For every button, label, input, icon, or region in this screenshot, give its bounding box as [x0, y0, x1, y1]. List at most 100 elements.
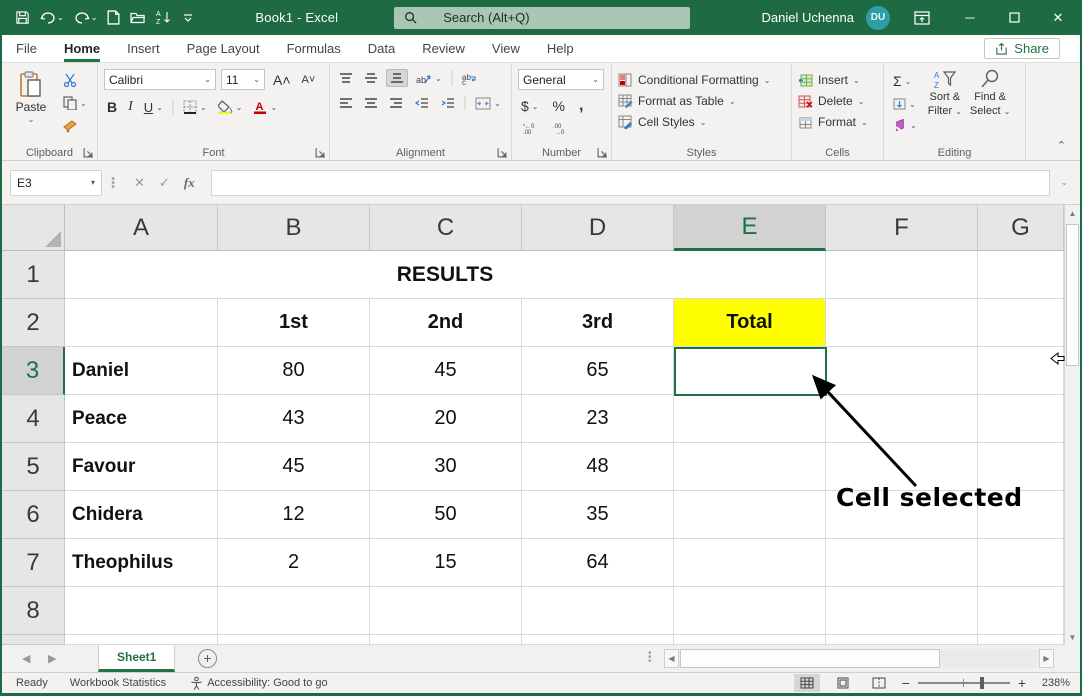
bold-button[interactable]: B — [104, 97, 120, 117]
paste-button[interactable]: Paste ⌄ — [8, 69, 54, 135]
orientation-button[interactable]: ab ⌄ — [413, 70, 445, 87]
wrap-text-button[interactable]: abc — [459, 70, 480, 87]
cell-A7[interactable]: Theophilus — [65, 539, 218, 587]
tab-data[interactable]: Data — [368, 36, 395, 62]
tab-file[interactable]: File — [16, 36, 37, 62]
cell-C8[interactable] — [370, 587, 522, 635]
row-header-1[interactable]: 1 — [2, 251, 65, 299]
cell-E5[interactable] — [674, 443, 826, 491]
next-sheet-icon[interactable]: ▶ — [48, 652, 56, 665]
comma-style-button[interactable]: , — [576, 95, 586, 117]
name-box[interactable]: E3 ▾ — [10, 170, 102, 196]
decrease-indent-button[interactable] — [411, 95, 432, 111]
ribbon-display-options-icon[interactable] — [914, 11, 930, 25]
cell-merged-title[interactable]: RESULTS — [65, 251, 826, 299]
redo-button[interactable]: ⌄ — [71, 9, 101, 27]
cell-partial[interactable] — [370, 635, 522, 645]
cell-C5[interactable]: 30 — [370, 443, 522, 491]
find-select-button[interactable]: Find &Select ⌄ — [970, 69, 1010, 133]
cell-B3[interactable]: 80 — [218, 347, 370, 395]
workbook-statistics-button[interactable]: Workbook Statistics — [70, 677, 166, 689]
row-header-7[interactable]: 7 — [2, 539, 65, 587]
cell-D3[interactable]: 65 — [522, 347, 674, 395]
column-header-F[interactable]: F — [826, 205, 978, 251]
undo-button[interactable]: ⌄ — [37, 9, 67, 27]
new-file-icon[interactable] — [104, 8, 123, 27]
cell-E2[interactable]: Total — [674, 299, 826, 347]
font-size-select[interactable]: 11⌄ — [221, 69, 265, 90]
cell-B5[interactable]: 45 — [218, 443, 370, 491]
cell-G1[interactable] — [978, 251, 1064, 299]
tab-formulas[interactable]: Formulas — [287, 36, 341, 62]
cell-F3[interactable] — [826, 347, 978, 395]
selected-cell-outline[interactable] — [674, 347, 827, 396]
cell-C6[interactable]: 50 — [370, 491, 522, 539]
cell-E6[interactable] — [674, 491, 826, 539]
cell-F4[interactable] — [826, 395, 978, 443]
zoom-slider[interactable] — [918, 682, 1010, 684]
percent-button[interactable]: % — [550, 96, 568, 116]
center-button[interactable] — [361, 95, 381, 111]
cancel-formula-icon[interactable]: ✕ — [134, 175, 145, 191]
save-icon[interactable] — [12, 8, 33, 27]
cell-D5[interactable]: 48 — [522, 443, 674, 491]
zoom-out-icon[interactable]: − — [902, 675, 910, 691]
cell-E8[interactable] — [674, 587, 826, 635]
cell-F2[interactable] — [826, 299, 978, 347]
zoom-slider-thumb[interactable] — [980, 677, 984, 689]
cell-F8[interactable] — [826, 587, 978, 635]
column-header-A[interactable]: A — [65, 205, 218, 251]
cell-D6[interactable]: 35 — [522, 491, 674, 539]
cell-C4[interactable]: 20 — [370, 395, 522, 443]
share-button[interactable]: Share — [984, 38, 1060, 59]
align-right-button[interactable] — [386, 95, 406, 111]
avatar[interactable]: DU — [866, 6, 890, 30]
tab-insert[interactable]: Insert — [127, 36, 160, 62]
previous-sheet-icon[interactable]: ◀ — [22, 652, 30, 665]
cut-button[interactable] — [60, 71, 90, 89]
underline-button[interactable]: U⌄ — [141, 98, 166, 117]
merge-center-button[interactable]: ⌄ — [472, 95, 504, 112]
sheet-tab-sheet1[interactable]: Sheet1 — [98, 645, 175, 672]
row-header-6[interactable]: 6 — [2, 491, 65, 539]
cell-D2[interactable]: 3rd — [522, 299, 674, 347]
enter-formula-icon[interactable]: ✓ — [159, 175, 170, 191]
bottom-align-button[interactable] — [386, 69, 408, 87]
customize-qat-icon[interactable] — [179, 11, 197, 25]
cell-partial[interactable] — [218, 635, 370, 645]
font-dialog-launcher-icon[interactable] — [315, 147, 326, 158]
cell-F1[interactable] — [826, 251, 978, 299]
cell-B7[interactable]: 2 — [218, 539, 370, 587]
user-name[interactable]: Daniel Uchenna — [761, 10, 854, 25]
collapse-ribbon-icon[interactable]: ⌃ — [1057, 139, 1066, 152]
formula-input[interactable] — [211, 170, 1051, 196]
row-header-2[interactable]: 2 — [2, 299, 65, 347]
scroll-left-icon[interactable]: ◀ — [664, 649, 679, 668]
increase-font-button[interactable]: A˄ — [270, 70, 294, 90]
column-header-C[interactable]: C — [370, 205, 522, 251]
accessibility-status[interactable]: Accessibility: Good to go — [190, 676, 327, 690]
cell-styles-button[interactable]: Cell Styles⌄ — [618, 115, 787, 129]
fill-color-button[interactable]: ⌄ — [215, 98, 246, 116]
page-layout-view-button[interactable] — [830, 674, 856, 692]
cell-E4[interactable] — [674, 395, 826, 443]
formula-bar-splitter[interactable]: ••• — [108, 177, 118, 189]
cell-G8[interactable] — [978, 587, 1064, 635]
decrease-decimal-button[interactable]: .00→0 — [548, 120, 570, 136]
autosum-button[interactable]: Σ⌄ — [890, 71, 920, 91]
tab-help[interactable]: Help — [547, 36, 574, 62]
close-button[interactable]: ✕ — [1036, 0, 1080, 35]
insert-cells-button[interactable]: Insert⌄ — [798, 73, 879, 87]
row-header-8[interactable]: 8 — [2, 587, 65, 635]
tab-view[interactable]: View — [492, 36, 520, 62]
cell-A6[interactable]: Chidera — [65, 491, 218, 539]
select-all-corner[interactable] — [2, 205, 65, 251]
cell-B2[interactable]: 1st — [218, 299, 370, 347]
cell-F7[interactable] — [826, 539, 978, 587]
vertical-scrollbar[interactable]: ▲ ▼ — [1064, 205, 1080, 645]
top-align-button[interactable] — [336, 70, 356, 86]
scroll-right-icon[interactable]: ▶ — [1039, 649, 1054, 668]
column-header-D[interactable]: D — [522, 205, 674, 251]
column-header-E[interactable]: E — [674, 205, 826, 251]
column-header-B[interactable]: B — [218, 205, 370, 251]
